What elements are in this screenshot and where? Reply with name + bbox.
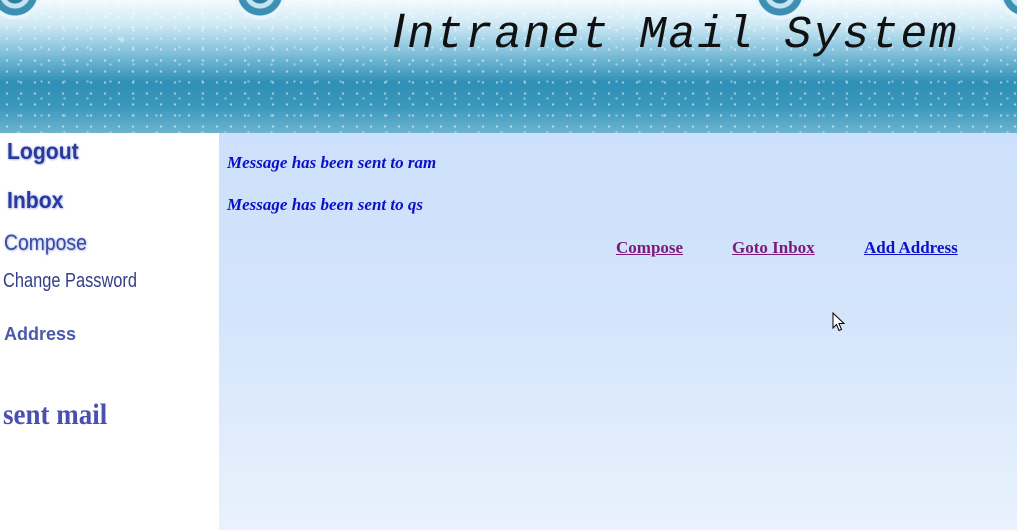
title-text: ntranet Mail System	[407, 10, 959, 61]
header-banner: Intranet Mail System	[0, 0, 1017, 133]
goto-inbox-link[interactable]: Goto Inbox	[732, 238, 815, 258]
page-title: Intranet Mail System	[392, 4, 958, 61]
sidebar: Logout Inbox Compose Change Password Add…	[0, 133, 219, 530]
sidebar-item-address[interactable]: Address	[4, 324, 76, 345]
sidebar-item-change-password[interactable]: Change Password	[3, 270, 137, 293]
sidebar-item-sent-mail[interactable]: sent mail	[3, 398, 107, 432]
mouse-pointer-icon	[832, 312, 846, 332]
sidebar-item-inbox[interactable]: Inbox	[7, 187, 63, 214]
title-initial: I	[392, 5, 408, 58]
compose-link[interactable]: Compose	[616, 238, 683, 258]
add-address-link[interactable]: Add Address	[864, 238, 958, 258]
status-message: Message has been sent to qs	[227, 195, 423, 214]
status-message: Message has been sent to ram	[227, 153, 437, 172]
sidebar-item-compose[interactable]: Compose	[4, 230, 87, 256]
sidebar-item-logout[interactable]: Logout	[7, 138, 79, 165]
main-content: Message has been sent to ram Message has…	[219, 133, 1017, 530]
